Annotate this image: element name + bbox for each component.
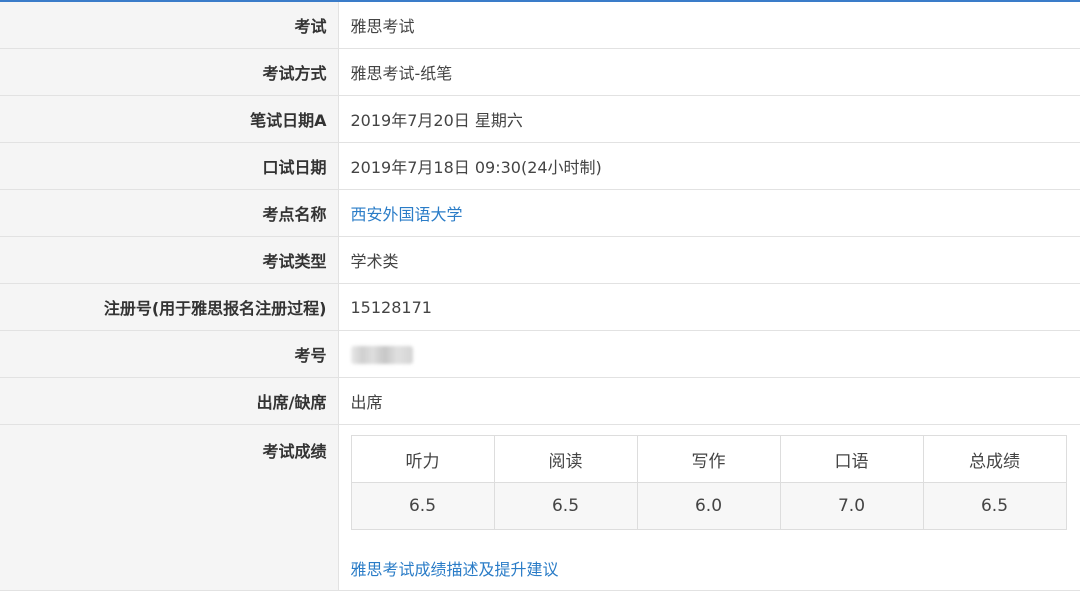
exam-type-value: 学术类 [338,236,1080,284]
written-date-label: 笔试日期A [0,95,339,143]
test-centre-label: 考点名称 [0,189,339,237]
exam-type-label: 考试类型 [0,236,339,284]
score-listening: 6.5 [350,482,495,530]
row-exam-type: 考试类型 学术类 [0,236,1080,284]
row-test-centre: 考点名称 西安外国语大学 [0,189,1080,237]
candidate-number-redacted [350,345,413,364]
row-candidate-number: 考号 [0,330,1080,378]
row-written-date: 笔试日期A 2019年7月20日 星期六 [0,95,1080,143]
score-header-overall: 总成绩 [922,435,1067,483]
score-reading: 6.5 [493,482,638,530]
score-advice-link[interactable]: 雅思考试成绩描述及提升建议 [351,560,559,579]
exam-method-value: 雅思考试-纸笔 [338,48,1080,96]
exam-method-label: 考试方式 [0,48,339,96]
scores-table: 听力 阅读 写作 口语 总成绩 6.5 6.5 6.0 7.0 6.5 [350,435,1067,530]
candidate-number-label: 考号 [0,330,339,378]
attendance-value: 出席 [338,377,1080,425]
written-date-value: 2019年7月20日 星期六 [338,95,1080,143]
exam-label: 考试 [0,2,339,49]
speaking-date-value: 2019年7月18日 09:30(24小时制) [338,142,1080,190]
registration-number-value: 15128171 [338,283,1080,331]
row-speaking-date: 口试日期 2019年7月18日 09:30(24小时制) [0,142,1080,190]
attendance-label: 出席/缺席 [0,377,339,425]
score-header-listening: 听力 [350,435,495,483]
row-attendance: 出席/缺席 出席 [0,377,1080,425]
exam-value: 雅思考试 [338,2,1080,49]
scores-header-row: 听力 阅读 写作 口语 总成绩 [350,435,1067,483]
score-overall: 6.5 [922,482,1067,530]
test-centre-link[interactable]: 西安外国语大学 [351,205,463,224]
speaking-date-label: 口试日期 [0,142,339,190]
score-speaking: 7.0 [779,482,924,530]
row-exam-method: 考试方式 雅思考试-纸笔 [0,48,1080,96]
row-exam-scores: 考试成绩 听力 阅读 写作 口语 总成绩 6.5 6.5 6.0 7.0 6.5 [0,424,1080,591]
exam-info-table: 考试 雅思考试 考试方式 雅思考试-纸笔 笔试日期A 2019年7月20日 星期… [0,2,1080,591]
row-exam: 考试 雅思考试 [0,2,1080,49]
exam-scores-label: 考试成绩 [0,424,339,591]
score-writing: 6.0 [636,482,781,530]
score-header-speaking: 口语 [779,435,924,483]
registration-number-label: 注册号(用于雅思报名注册过程) [0,283,339,331]
row-registration-number: 注册号(用于雅思报名注册过程) 15128171 [0,283,1080,331]
scores-value-row: 6.5 6.5 6.0 7.0 6.5 [350,482,1067,530]
score-header-writing: 写作 [636,435,781,483]
score-header-reading: 阅读 [493,435,638,483]
